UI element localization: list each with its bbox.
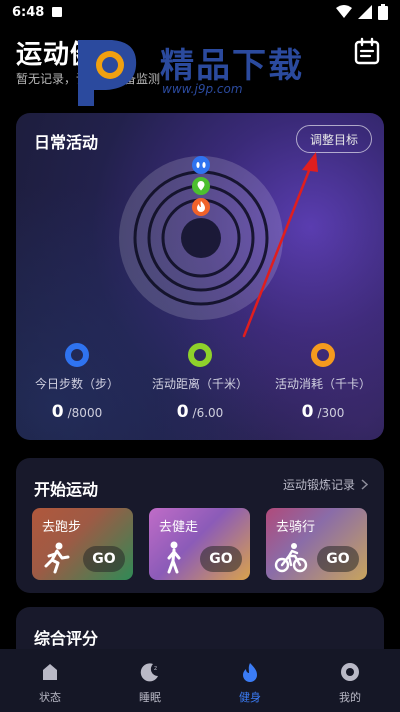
calendar-icon[interactable]: [352, 36, 382, 66]
ride-tile-label: 去骑行: [276, 520, 316, 535]
workout-records-link[interactable]: 运动锻炼记录: [283, 476, 368, 493]
steps-ring-icon: [65, 343, 89, 367]
status-icons: [336, 4, 388, 20]
battery-icon: [378, 4, 388, 20]
calorie-ring-icon: [311, 343, 335, 367]
moon-icon: z: [140, 663, 158, 682]
steps-ring-marker: [192, 156, 210, 174]
running-icon: [44, 542, 70, 574]
wifi-icon: [336, 5, 352, 18]
walk-go-button[interactable]: GO: [200, 546, 242, 572]
overall-score-title: 综合评分: [34, 629, 99, 648]
daily-activity-card: 日常活动 调整目标 今日步数（步） 0/8000 活动距离（千米） 0/6.00: [16, 113, 384, 440]
activity-rings: [119, 156, 283, 320]
distance-label: 活动距离（千米）: [151, 377, 248, 391]
svg-text:z: z: [154, 665, 157, 672]
workout-records-label: 运动锻炼记录: [282, 478, 355, 492]
cycling-icon: [274, 543, 308, 573]
calorie-label: 活动消耗（千卡）: [274, 377, 371, 391]
walk-tile-label: 去健走: [159, 520, 199, 535]
flame-icon: [243, 663, 257, 682]
start-workout-card: 开始运动 运动锻炼记录 去跑步 GO 去健走 GO 去骑行 GO: [16, 458, 384, 593]
distance-count: 0: [176, 402, 189, 422]
walk-tile[interactable]: 去健走 GO: [149, 508, 250, 580]
walking-icon: [167, 541, 181, 574]
home-icon: [43, 664, 57, 680]
page-subtitle: 暂无记录，请佩戴设备监测: [16, 72, 161, 86]
nav-label-profile: 我的: [339, 691, 361, 704]
start-workout-title: 开始运动: [34, 480, 99, 499]
calorie-value: 0/300: [262, 402, 384, 422]
chevron-right-icon: [361, 479, 368, 490]
nav-item-profile[interactable]: 我的: [300, 649, 400, 712]
distance-metric: 活动距离（千米） 0/6.00: [139, 343, 261, 422]
steps-metric: 今日步数（步） 0/8000: [16, 343, 138, 422]
signal-icon: [358, 5, 372, 19]
bottom-nav: 状态 z 睡眠 健身 我的: [0, 649, 400, 712]
nav-item-sleep[interactable]: z 睡眠: [100, 649, 200, 712]
steps-goal: /8000: [67, 406, 103, 420]
nav-label-fitness: 健身: [239, 691, 261, 704]
ride-tile[interactable]: 去骑行 GO: [266, 508, 367, 580]
run-tile-label: 去跑步: [42, 520, 82, 535]
page-title: 运动健身: [16, 40, 125, 70]
nav-item-status[interactable]: 状态: [0, 649, 100, 712]
nav-label-sleep: 睡眠: [139, 691, 161, 704]
steps-label: 今日步数（步）: [34, 377, 119, 391]
calorie-metric: 活动消耗（千卡） 0/300: [262, 343, 384, 422]
calorie-ring-marker: [192, 198, 210, 216]
status-bar: 6:48: [0, 0, 400, 24]
profile-icon: [341, 663, 359, 681]
nav-label-status: 状态: [39, 691, 61, 704]
calorie-goal: /300: [317, 406, 345, 420]
nav-item-fitness[interactable]: 健身: [200, 649, 300, 712]
distance-value: 0/6.00: [139, 402, 261, 422]
ride-go-button[interactable]: GO: [317, 546, 359, 572]
distance-goal: /6.00: [192, 406, 224, 420]
steps-count: 0: [51, 402, 64, 422]
page-header: 运动健身 暂无记录，请佩戴设备监测: [0, 24, 400, 104]
distance-ring-icon: [188, 343, 212, 367]
run-tile[interactable]: 去跑步 GO: [32, 508, 133, 580]
daily-activity-title: 日常活动: [34, 133, 99, 152]
steps-value: 0/8000: [16, 402, 138, 422]
distance-ring-marker: [192, 177, 210, 195]
calorie-count: 0: [301, 402, 314, 422]
run-go-button[interactable]: GO: [83, 546, 125, 572]
status-time: 6:48: [12, 4, 45, 20]
notification-icon: [52, 7, 63, 17]
adjust-goal-button[interactable]: 调整目标: [296, 125, 372, 153]
